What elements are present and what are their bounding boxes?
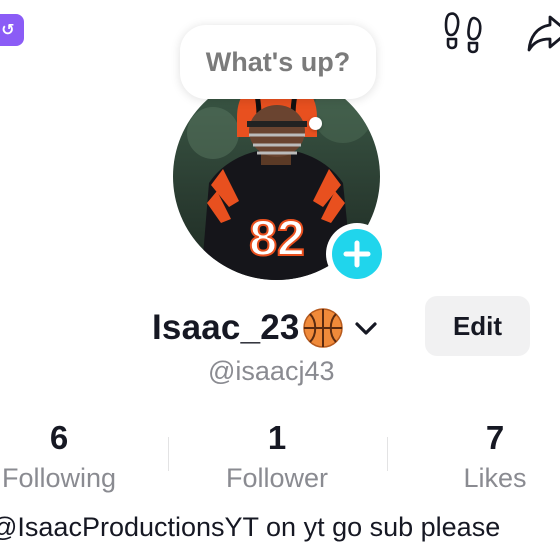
- basketball-icon: [302, 308, 343, 348]
- stat-followers[interactable]: 1 Follower: [187, 418, 367, 496]
- plus-icon: [343, 240, 371, 268]
- following-count: 6: [49, 419, 69, 456]
- footprints-icon[interactable]: [440, 8, 488, 56]
- bubble-tail-dot: [309, 117, 322, 130]
- app-badge-icon[interactable]: ↺: [0, 14, 24, 46]
- profile-bio: @IsaacProductionsYT on yt go sub please: [0, 512, 501, 542]
- add-avatar-button[interactable]: [326, 223, 388, 285]
- username-row[interactable]: Isaac_23: [152, 300, 380, 356]
- jersey-number: 82: [249, 210, 305, 266]
- edit-button-label: Edit: [452, 310, 503, 341]
- stat-following[interactable]: 6 Following: [0, 418, 149, 496]
- user-handle: @isaacj43: [208, 356, 335, 386]
- stat-divider: [168, 437, 169, 471]
- stat-likes[interactable]: 7 Likes: [405, 418, 560, 496]
- chevron-down-icon[interactable]: [352, 314, 380, 342]
- share-icon[interactable]: [524, 8, 560, 56]
- likes-count: 7: [485, 419, 505, 456]
- edit-profile-button[interactable]: Edit: [425, 296, 530, 356]
- status-bubble-text: What's up?: [205, 46, 351, 77]
- username: Isaac_23: [152, 308, 300, 347]
- followers-count: 1: [267, 419, 287, 456]
- following-label: Following: [1, 463, 117, 493]
- status-bubble[interactable]: What's up?: [180, 25, 376, 99]
- stat-divider: [387, 437, 388, 471]
- likes-label: Likes: [463, 463, 527, 493]
- followers-label: Follower: [225, 463, 329, 493]
